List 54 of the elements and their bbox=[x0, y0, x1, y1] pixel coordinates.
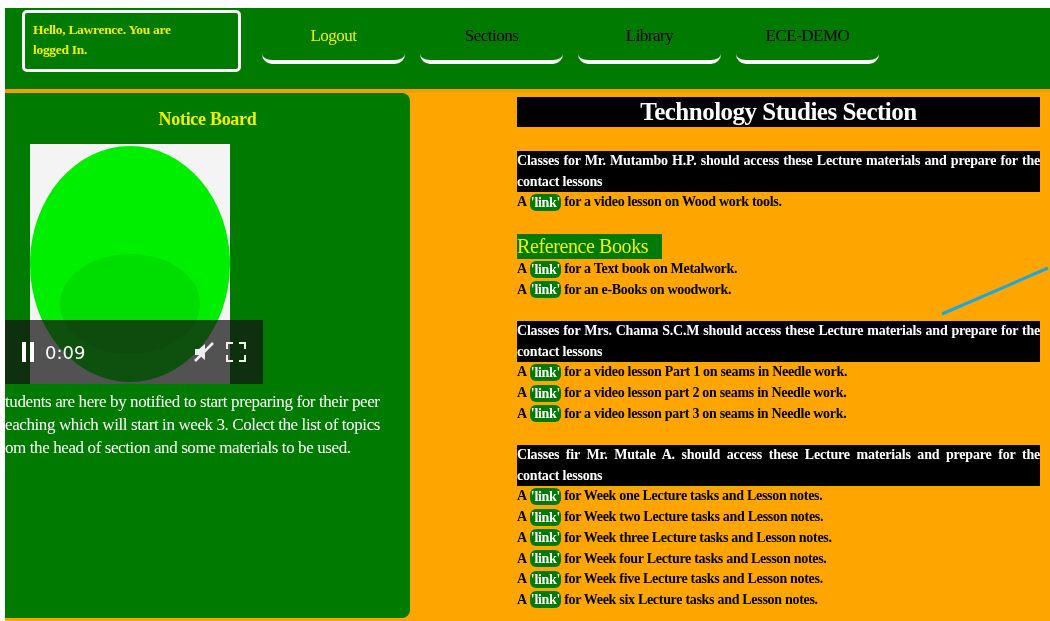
link-prefix: A bbox=[517, 194, 527, 211]
class-banner: Classes for Mr. Mutambo H.P. should access these Lecture materials and prepare for the contact lessons bbox=[517, 151, 1040, 192]
video-time: 0:09 bbox=[45, 341, 87, 363]
section-heading: Reference Books bbox=[517, 233, 663, 259]
link[interactable]: 'link' bbox=[529, 193, 562, 211]
link-description: for a video lesson part 2 on seams in Needle work. bbox=[564, 385, 847, 402]
link[interactable]: 'link' bbox=[529, 281, 562, 299]
link-description: for Week five Lecture tasks and Lesson notes. bbox=[564, 571, 823, 588]
section-title: Technology Studies Section bbox=[517, 97, 1040, 127]
link[interactable]: 'link' bbox=[529, 570, 562, 588]
fullscreen-icon[interactable] bbox=[225, 341, 247, 363]
link-prefix: A bbox=[517, 385, 527, 402]
class-banner: Classes for Mrs. Chama S.C.M should access these Lecture materials and prepare for the contact lessons bbox=[517, 321, 1040, 363]
link[interactable]: 'link' bbox=[529, 529, 562, 547]
link[interactable]: 'link' bbox=[529, 363, 562, 381]
link-prefix: A bbox=[517, 405, 527, 422]
mute-icon[interactable] bbox=[193, 342, 215, 362]
class-banner: Classes fir Mr. Mutale A. should access these Lecture materials and prepare for the contact lessons bbox=[517, 445, 1040, 487]
link-description: for a video lesson Part 1 on seams in Needle work. bbox=[564, 364, 848, 381]
nav-tab[interactable]: Logout bbox=[262, 12, 405, 64]
link-description: for Week one Lecture tasks and Lesson notes. bbox=[564, 488, 823, 505]
link-description: for an e-Books on woodwork. bbox=[564, 281, 732, 298]
notice-text: eaching which will start in week 3. Colect the list of topics bbox=[5, 414, 381, 436]
nav-tab[interactable]: ECE-DEMO bbox=[736, 12, 879, 64]
link-description: for a video lesson part 3 on seams in Needle work. bbox=[564, 405, 847, 422]
link-prefix: A bbox=[517, 550, 527, 567]
link[interactable]: 'link' bbox=[529, 260, 562, 278]
link-prefix: A bbox=[517, 591, 527, 608]
link-prefix: A bbox=[517, 571, 527, 588]
notice-text: om the head of section and some materials to be used. bbox=[5, 437, 352, 459]
link[interactable]: 'link' bbox=[529, 405, 562, 423]
link-description: for Week three Lecture tasks and Lesson notes. bbox=[564, 529, 832, 546]
link[interactable]: 'link' bbox=[529, 384, 562, 402]
link-prefix: A bbox=[517, 509, 527, 526]
nav-tab[interactable]: Sections bbox=[420, 12, 563, 64]
link-description: for a Text book on Metalwork. bbox=[564, 261, 738, 278]
link-description: for a video lesson on Wood work tools. bbox=[564, 194, 782, 211]
link-description: for Week four Lecture tasks and Lesson notes. bbox=[564, 550, 827, 567]
link[interactable]: 'link' bbox=[529, 550, 562, 568]
link-prefix: A bbox=[517, 281, 527, 298]
link-prefix: A bbox=[517, 364, 527, 381]
link-description: for Week two Lecture tasks and Lesson notes. bbox=[564, 509, 824, 526]
greeting-box: Hello, Lawrence. You are logged In. bbox=[22, 10, 241, 72]
notice-text: tudents are here by notified to start preparing for their peer bbox=[5, 391, 381, 413]
panel-title: Notice Board bbox=[157, 109, 258, 130]
link-prefix: A bbox=[517, 488, 527, 505]
link[interactable]: 'link' bbox=[529, 487, 562, 505]
nav-tab[interactable]: Library bbox=[578, 12, 721, 64]
link[interactable]: 'link' bbox=[529, 591, 562, 609]
link-prefix: A bbox=[517, 529, 527, 546]
pause-icon[interactable] bbox=[21, 342, 35, 362]
link-prefix: A bbox=[517, 261, 527, 278]
link[interactable]: 'link' bbox=[529, 508, 562, 526]
link-description: for Week six Lecture tasks and Lesson notes. bbox=[564, 591, 818, 608]
